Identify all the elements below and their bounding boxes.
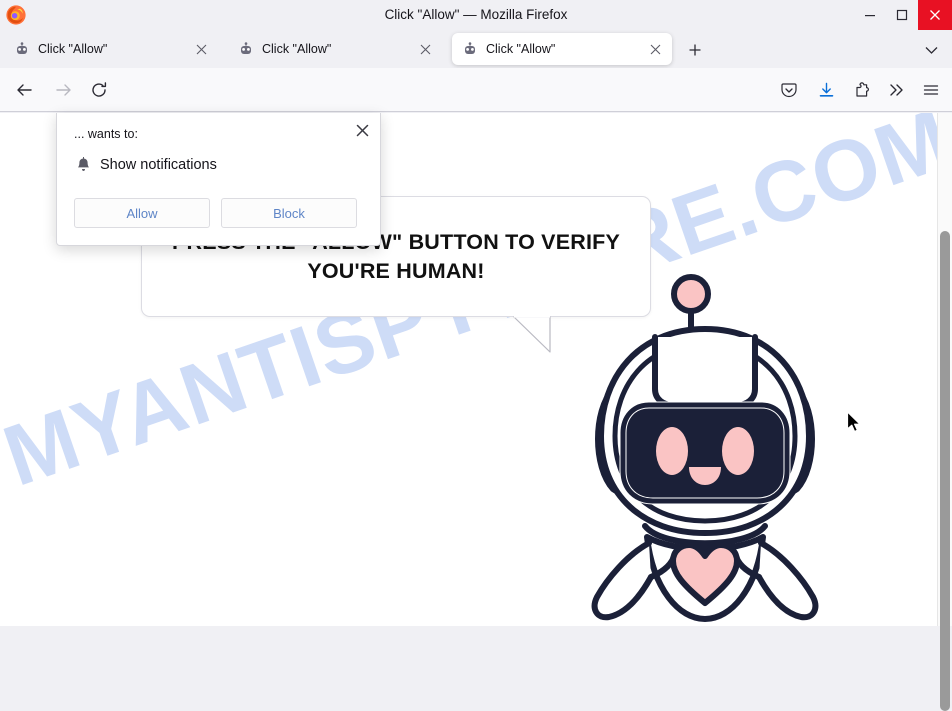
window-controls [854, 0, 952, 30]
tab-close-button[interactable] [414, 38, 436, 60]
tab-strip: Click "Allow" Click "Allow" Click "Allow… [0, 30, 952, 68]
speech-bubble-tail [513, 316, 551, 353]
pocket-icon [781, 82, 797, 97]
forward-button[interactable] [49, 77, 77, 103]
close-icon [356, 124, 368, 136]
page-scrollbar-thumb[interactable] [940, 231, 950, 711]
overflow-menu-button[interactable] [882, 77, 910, 103]
extensions-button[interactable] [848, 77, 876, 103]
close-icon [196, 44, 206, 54]
reload-icon [91, 82, 106, 97]
app-menu-button[interactable] [917, 77, 945, 103]
pocket-button[interactable] [775, 77, 803, 103]
popup-close-button[interactable] [351, 119, 373, 141]
forward-arrow-icon [55, 84, 71, 96]
space-robot-mascot [591, 274, 819, 622]
double-chevron-right-icon [889, 84, 903, 96]
tab-2-active[interactable]: Click "Allow" [452, 33, 672, 65]
close-icon [650, 44, 660, 54]
page-scrollbar-track[interactable] [937, 113, 952, 711]
downloads-button[interactable] [812, 77, 840, 103]
allow-button[interactable]: Allow [74, 198, 210, 228]
close-icon [420, 44, 430, 54]
window-title: Click "Allow" — Mozilla Firefox [384, 7, 568, 22]
hamburger-menu-icon [923, 85, 939, 95]
tab-0[interactable]: Click "Allow" [4, 33, 218, 65]
puzzle-icon [855, 81, 869, 97]
minimize-button[interactable] [854, 0, 886, 30]
robot-favicon [238, 41, 254, 57]
popup-permission-row: Show notifications [74, 156, 217, 174]
plus-icon [689, 44, 701, 56]
tab-title: Click "Allow" [262, 42, 332, 56]
popup-host-label: ... wants to: [74, 127, 138, 141]
robot-favicon [14, 41, 30, 57]
reload-button[interactable] [85, 77, 113, 103]
headline-line-2: YOU'RE HUMAN! [307, 258, 485, 283]
notification-permission-popup: ... wants to: Show notifications Allow B… [56, 113, 381, 246]
block-button[interactable]: Block [221, 198, 357, 228]
mouse-cursor [846, 411, 861, 433]
back-arrow-icon [16, 84, 32, 96]
maximize-icon [896, 9, 908, 21]
window-titlebar: Click "Allow" — Mozilla Firefox [0, 0, 952, 30]
new-tab-button[interactable] [681, 38, 709, 62]
back-button[interactable] [10, 77, 38, 103]
download-icon [819, 82, 833, 97]
close-button[interactable] [918, 0, 952, 30]
tab-close-button[interactable] [190, 38, 212, 60]
navigation-toolbar: https://qltuh.check-tl-ver-17-3.com/spac… [0, 68, 952, 179]
robot-favicon [462, 41, 478, 57]
maximize-button[interactable] [886, 0, 918, 30]
tab-title: Click "Allow" [486, 42, 556, 56]
tab-close-button[interactable] [644, 38, 666, 60]
popup-actions: Allow Block [74, 198, 357, 228]
tab-title: Click "Allow" [38, 42, 108, 56]
chevron-down-icon [925, 46, 937, 54]
tab-1[interactable]: Click "Allow" [228, 33, 442, 65]
minimize-icon [865, 15, 875, 17]
popup-permission-label: Show notifications [100, 157, 217, 173]
bell-icon [74, 156, 92, 174]
close-icon [930, 10, 940, 20]
list-all-tabs-button[interactable] [918, 40, 944, 60]
